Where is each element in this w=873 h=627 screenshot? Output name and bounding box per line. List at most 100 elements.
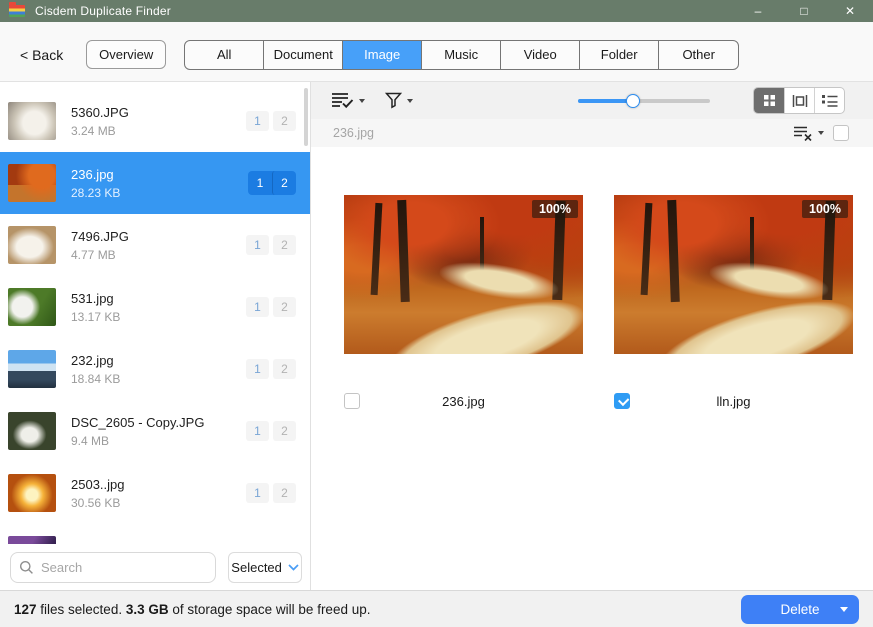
tab-folder[interactable]: Folder [580,41,659,69]
file-thumbnail [8,226,56,264]
file-thumbnail [8,474,56,512]
thumbnail-zoom-slider[interactable] [578,94,710,108]
duplicate-badge-2[interactable]: 2 [273,111,296,131]
column-view-button[interactable] [784,88,814,113]
duplicate-row[interactable]: 2503..jpg 30.56 KB 1 2 [0,462,310,524]
duplicate-badge-1[interactable]: 1 [248,171,272,195]
tab-image[interactable]: Image [343,41,422,69]
search-input[interactable] [41,560,201,575]
duplicate-badge-1[interactable]: 1 [246,111,269,131]
selected-filter-label: Selected [231,560,282,575]
close-button[interactable]: ✕ [827,0,873,22]
duplicate-badge-2[interactable]: 2 [273,483,296,503]
tab-all[interactable]: All [185,41,264,69]
filter-funnel-icon [385,92,402,109]
preview-toolbar [311,82,873,119]
file-size: 4.77 MB [71,248,246,262]
duplicate-badge-1[interactable]: 1 [246,483,269,503]
list-view-button[interactable] [814,88,844,113]
file-thumbnail [8,102,56,140]
autumn-photo [614,195,853,354]
duplicate-badge-2[interactable]: 2 [273,297,296,317]
duplicate-previews: 100% 236.jpg 100% lln.jpg [311,147,873,590]
caret-down-icon [359,99,365,103]
group-name-label: 236.jpg [333,126,374,140]
select-list-menu-button[interactable] [331,92,365,109]
duplicate-row-partial[interactable]: 1361.jpg [0,524,310,544]
duplicate-row[interactable]: DSC_2605 - Copy.JPG 9.4 MB 1 2 [0,400,310,462]
maximize-button[interactable]: □ [781,0,827,22]
file-size: 30.56 KB [71,496,246,510]
duplicate-badge-1[interactable]: 1 [246,235,269,255]
file-size: 9.4 MB [71,434,246,448]
tab-other[interactable]: Other [659,41,738,69]
view-mode-toggle [753,87,845,114]
duplicate-list: 5360.JPG 3.24 MB 1 2 236.jpg 28.23 KB 1 … [0,82,310,544]
back-button[interactable]: < Back [20,47,63,63]
delete-button-label: Delete [780,602,819,617]
window-title: Cisdem Duplicate Finder [35,4,171,18]
slider-thumb[interactable] [626,94,640,108]
duplicate-badge-2[interactable]: 2 [273,359,296,379]
image-preview[interactable]: 100% [614,195,853,354]
group-header: 236.jpg [311,119,873,147]
file-size: 3.24 MB [71,124,246,138]
search-box[interactable] [10,552,216,583]
duplicate-badge-1[interactable]: 1 [246,421,269,441]
duplicate-count-badges[interactable]: 1 2 [246,297,296,317]
preview-file-name: 236.jpg [344,394,583,409]
duplicate-count-badges[interactable]: 1 2 [246,111,296,131]
similarity-badge: 100% [802,200,848,218]
chevron-down-icon [288,564,299,571]
tab-document[interactable]: Document [264,41,343,69]
selected-filter-dropdown[interactable]: Selected [228,552,302,583]
status-bar: 127 files selected. 3.3 GB of storage sp… [0,590,873,627]
delete-dropdown-caret-icon[interactable] [840,607,848,612]
duplicate-row[interactable]: 7496.JPG 4.77 MB 1 2 [0,214,310,276]
file-select-checkbox[interactable] [344,393,360,409]
duplicate-count-badges[interactable]: 1 2 [248,171,296,195]
duplicate-badge-2[interactable]: 2 [272,171,296,195]
tab-music[interactable]: Music [422,41,501,69]
slider-track[interactable] [578,99,710,103]
deselect-list-menu-button[interactable] [793,126,824,141]
list-view-icon [822,94,838,107]
checklist-icon [331,92,354,109]
duplicate-row[interactable]: 5360.JPG 3.24 MB 1 2 [0,90,310,152]
group-select-all-checkbox[interactable] [833,125,849,141]
tab-video[interactable]: Video [501,41,580,69]
duplicate-badge-1[interactable]: 1 [246,359,269,379]
duplicate-count-badges[interactable]: 1 2 [246,235,296,255]
file-thumbnail [8,412,56,450]
preview-card: 100% 236.jpg [344,195,583,590]
duplicate-badge-2[interactable]: 2 [273,235,296,255]
duplicate-row[interactable]: 232.jpg 18.84 KB 1 2 [0,338,310,400]
selected-files-count: 127 [14,602,37,617]
main-body: 5360.JPG 3.24 MB 1 2 236.jpg 28.23 KB 1 … [0,82,873,590]
file-select-checkbox-checked[interactable] [614,393,630,409]
minimize-button[interactable]: – [735,0,781,22]
preview-card: 100% lln.jpg [614,195,853,590]
similarity-badge: 100% [532,200,578,218]
column-view-icon [792,94,808,108]
preview-file-name: lln.jpg [614,394,853,409]
duplicate-count-badges[interactable]: 1 2 [246,359,296,379]
duplicate-row-selected[interactable]: 236.jpg 28.23 KB 1 2 [0,152,310,214]
image-preview[interactable]: 100% [344,195,583,354]
duplicate-row[interactable]: 531.jpg 13.17 KB 1 2 [0,276,310,338]
duplicate-badge-1[interactable]: 1 [246,297,269,317]
file-name: 531.jpg [71,291,246,306]
duplicate-count-badges[interactable]: 1 2 [246,483,296,503]
autumn-photo [344,195,583,354]
duplicate-count-badges[interactable]: 1 2 [246,421,296,441]
overview-button[interactable]: Overview [86,40,166,69]
file-type-tabs: All Document Image Music Video Folder Ot… [184,40,739,70]
sidebar-footer: Selected [0,544,310,590]
delete-button[interactable]: Delete [741,595,859,624]
file-name: 7496.JPG [71,229,246,244]
filter-menu-button[interactable] [385,92,413,109]
sidebar-scrollbar[interactable] [304,88,308,146]
duplicate-badge-2[interactable]: 2 [273,421,296,441]
grid-view-button[interactable] [754,88,784,113]
file-size: 13.17 KB [71,310,246,324]
